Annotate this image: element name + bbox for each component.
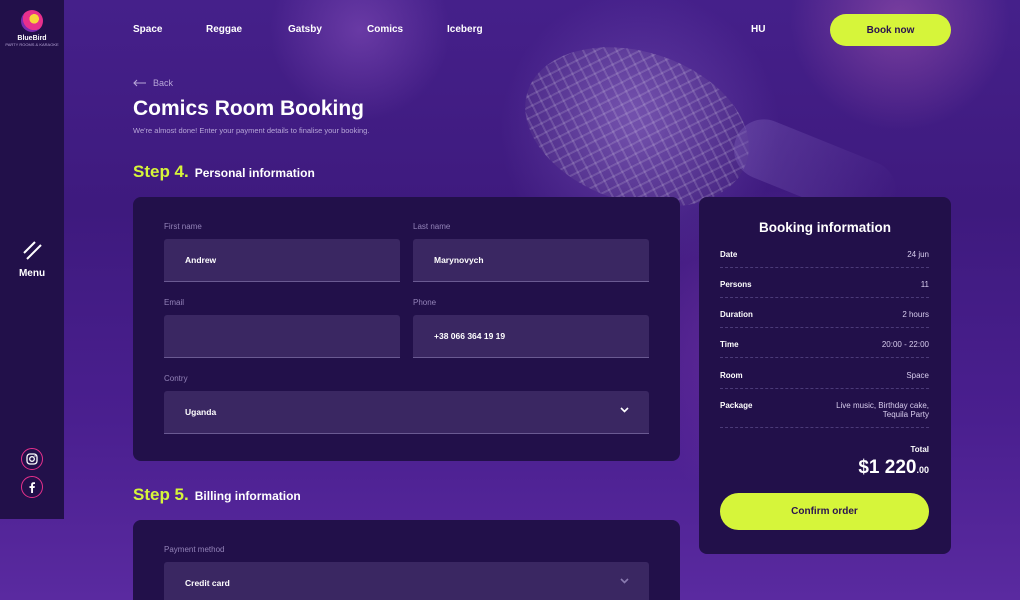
confirm-order-button[interactable]: Confirm order	[720, 493, 929, 530]
booking-row-key: Persons	[720, 280, 752, 289]
chevron-down-icon	[620, 578, 629, 584]
total-cents: .00	[916, 465, 929, 475]
back-link[interactable]: Back	[133, 78, 173, 88]
booking-row-value: 2 hours	[902, 310, 929, 319]
booking-row-key: Duration	[720, 310, 753, 319]
personal-info-card: First name Andrew Last name Marynovych E…	[133, 197, 680, 461]
nav-reggae[interactable]: Reggae	[206, 24, 242, 35]
step-4-number: Step 4.	[133, 162, 189, 181]
booking-row-persons: Persons 11	[720, 280, 929, 298]
logo[interactable]: BlueBird PARTY ROOMS & KARAOKE	[5, 10, 59, 54]
step-4-label: Personal information	[194, 166, 315, 180]
instagram-link[interactable]	[21, 448, 43, 470]
total-label: Total	[910, 445, 929, 454]
booking-row-date: Date 24 jun	[720, 250, 929, 268]
email-field[interactable]	[164, 315, 400, 358]
page-title: Comics Room Booking	[133, 97, 365, 120]
first-name-label: First name	[164, 222, 202, 231]
facebook-icon	[29, 482, 35, 493]
first-name-field[interactable]: Andrew	[164, 239, 400, 282]
page-subtitle: We're almost done! Enter your payment de…	[133, 126, 370, 135]
country-label: Contry	[164, 374, 188, 383]
billing-info-card: Payment method Credit card	[133, 520, 680, 600]
booking-row-key: Time	[720, 340, 739, 349]
booking-row-value: Space	[906, 371, 929, 380]
booking-row-value: 20:00 - 22:00	[881, 340, 929, 349]
country-select[interactable]: Uganda	[164, 391, 649, 434]
sidebar: BlueBird PARTY ROOMS & KARAOKE Menu	[0, 0, 64, 519]
booking-row-value: Live music, Birthday cake, Tequila Party	[836, 401, 929, 419]
booking-row-time: Time 20:00 - 22:00	[720, 340, 929, 358]
email-label: Email	[164, 298, 185, 307]
booking-row-package: Package Live music, Birthday cake, Tequi…	[720, 401, 929, 428]
menu-slash-icon	[23, 241, 42, 260]
booking-row-key: Package	[720, 401, 753, 410]
booking-row-key: Date	[720, 250, 738, 259]
nav-space[interactable]: Space	[133, 24, 162, 35]
back-label: Back	[153, 78, 174, 88]
phone-label: Phone	[413, 298, 437, 307]
chevron-down-icon	[620, 407, 629, 413]
payment-method-select[interactable]: Credit card	[164, 562, 649, 600]
menu-label: Menu	[18, 268, 46, 279]
logo-text: BlueBird	[17, 35, 47, 42]
arrow-left-icon	[133, 79, 146, 87]
language-switch[interactable]: HU	[751, 24, 765, 35]
nav-comics[interactable]: Comics	[367, 24, 403, 35]
last-name-field[interactable]: Marynovych	[413, 239, 649, 282]
nav-iceberg[interactable]: Iceberg	[447, 24, 483, 35]
instagram-icon	[26, 453, 38, 465]
book-now-button[interactable]: Book now	[830, 14, 951, 46]
phone-field[interactable]: +38 066 364 19 19	[413, 315, 649, 358]
booking-row-room: Room Space	[720, 371, 929, 389]
country-value: Uganda	[185, 407, 217, 417]
nav-gatsby[interactable]: Gatsby	[288, 24, 322, 35]
last-name-label: Last name	[413, 222, 451, 231]
booking-row-value: 11	[920, 280, 929, 289]
payment-method-label: Payment method	[164, 545, 225, 554]
booking-row-value: 24 jun	[907, 250, 929, 259]
logo-tagline: PARTY ROOMS & KARAOKE	[5, 42, 59, 47]
bird-logo-icon	[21, 10, 43, 32]
total-amount: $1 220.00	[858, 457, 929, 479]
booking-info-card: Booking information Date 24 jun Persons …	[699, 197, 951, 554]
menu-button[interactable]: Menu	[0, 240, 64, 279]
step-5-label: Billing information	[194, 489, 301, 503]
step-5-number: Step 5.	[133, 485, 189, 504]
total-main: $1 220	[858, 457, 917, 478]
payment-method-value: Credit card	[185, 578, 230, 588]
facebook-link[interactable]	[21, 476, 43, 498]
step-4-heading: Step 4. Personal information	[133, 162, 315, 182]
booking-row-duration: Duration 2 hours	[720, 310, 929, 328]
booking-row-key: Room	[720, 371, 743, 380]
booking-info-title: Booking information	[759, 220, 891, 235]
step-5-heading: Step 5. Billing information	[133, 485, 301, 505]
